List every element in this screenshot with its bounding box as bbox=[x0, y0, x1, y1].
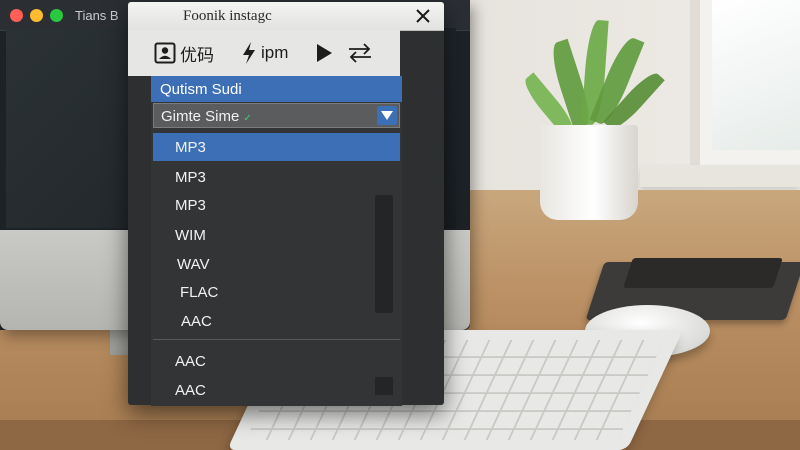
check-icon: ✓ bbox=[243, 113, 252, 124]
preset-select[interactable]: Gimte Sime ✓ bbox=[153, 103, 400, 128]
swap-arrows-icon bbox=[349, 43, 371, 63]
list-scrollbar[interactable] bbox=[375, 195, 393, 313]
plant-pot bbox=[540, 125, 638, 220]
close-icon bbox=[416, 9, 430, 23]
room-window-pane bbox=[712, 0, 800, 150]
format-item[interactable]: FLAC bbox=[153, 278, 400, 306]
format-item[interactable]: AAC bbox=[153, 347, 400, 375]
room-window bbox=[690, 0, 800, 170]
play-button[interactable] bbox=[315, 39, 333, 67]
format-item[interactable]: MP3 bbox=[153, 163, 400, 191]
format-item-label: MP3 bbox=[175, 169, 206, 186]
format-item[interactable]: AAC bbox=[153, 376, 400, 404]
format-item-label: FLAC bbox=[180, 284, 219, 301]
close-dot-icon[interactable] bbox=[10, 9, 23, 22]
format-item-label: MP3 bbox=[175, 139, 206, 156]
preset-select-text: Gimte Sime bbox=[161, 108, 240, 125]
app-body: Qutism Sudi Gimte Sime ✓ MP3 MP3 MP3 WIM … bbox=[151, 76, 402, 406]
minimize-dot-icon[interactable] bbox=[30, 9, 43, 22]
maximize-dot-icon[interactable] bbox=[50, 9, 63, 22]
flash-button-label: ipm bbox=[261, 43, 289, 62]
format-item-label: AAC bbox=[175, 353, 206, 370]
format-item-label: MP3 bbox=[175, 197, 206, 214]
format-item-label: AAC bbox=[175, 382, 206, 399]
app-titlebar: Foonik instagc bbox=[128, 2, 444, 31]
app-title: Foonik instagc bbox=[183, 8, 272, 24]
profile-row-label: Qutism Sudi bbox=[160, 81, 242, 98]
background-window-title: Tians B bbox=[75, 8, 119, 23]
app-window: Foonik instagc 优码 ipm Qutism Sudi Gimte … bbox=[128, 2, 444, 406]
format-list: MP3 MP3 MP3 WIM WAV FLAC AAC AAC AAC bbox=[153, 133, 400, 404]
user-icon bbox=[154, 42, 176, 64]
format-item-label: WIM bbox=[175, 227, 206, 244]
chevron-down-icon bbox=[381, 111, 393, 120]
preset-select-value: Gimte Sime ✓ bbox=[161, 108, 252, 125]
toolbar: 优码 ipm bbox=[128, 30, 400, 76]
notebook-top bbox=[623, 258, 783, 288]
format-item[interactable]: MP3 bbox=[153, 133, 400, 161]
format-item[interactable]: AAC bbox=[153, 307, 400, 335]
list-scrollbar-lower[interactable] bbox=[375, 377, 393, 395]
profile-button[interactable]: 优码 bbox=[154, 39, 214, 67]
play-icon bbox=[317, 44, 332, 62]
flash-icon bbox=[243, 42, 255, 64]
flash-button[interactable]: ipm bbox=[241, 39, 288, 67]
profile-row[interactable]: Qutism Sudi bbox=[151, 76, 402, 102]
format-item-label: WAV bbox=[177, 256, 210, 273]
list-divider bbox=[153, 339, 400, 340]
window-sill bbox=[640, 165, 800, 187]
format-item[interactable]: WAV bbox=[153, 250, 400, 278]
profile-button-label: 优码 bbox=[180, 45, 214, 65]
format-item[interactable]: MP3 bbox=[153, 191, 400, 219]
dropdown-arrow-button[interactable] bbox=[377, 106, 397, 125]
format-item[interactable]: WIM bbox=[153, 221, 400, 249]
format-item-label: AAC bbox=[181, 313, 212, 330]
swap-button[interactable] bbox=[347, 39, 373, 67]
close-button[interactable] bbox=[410, 4, 436, 28]
